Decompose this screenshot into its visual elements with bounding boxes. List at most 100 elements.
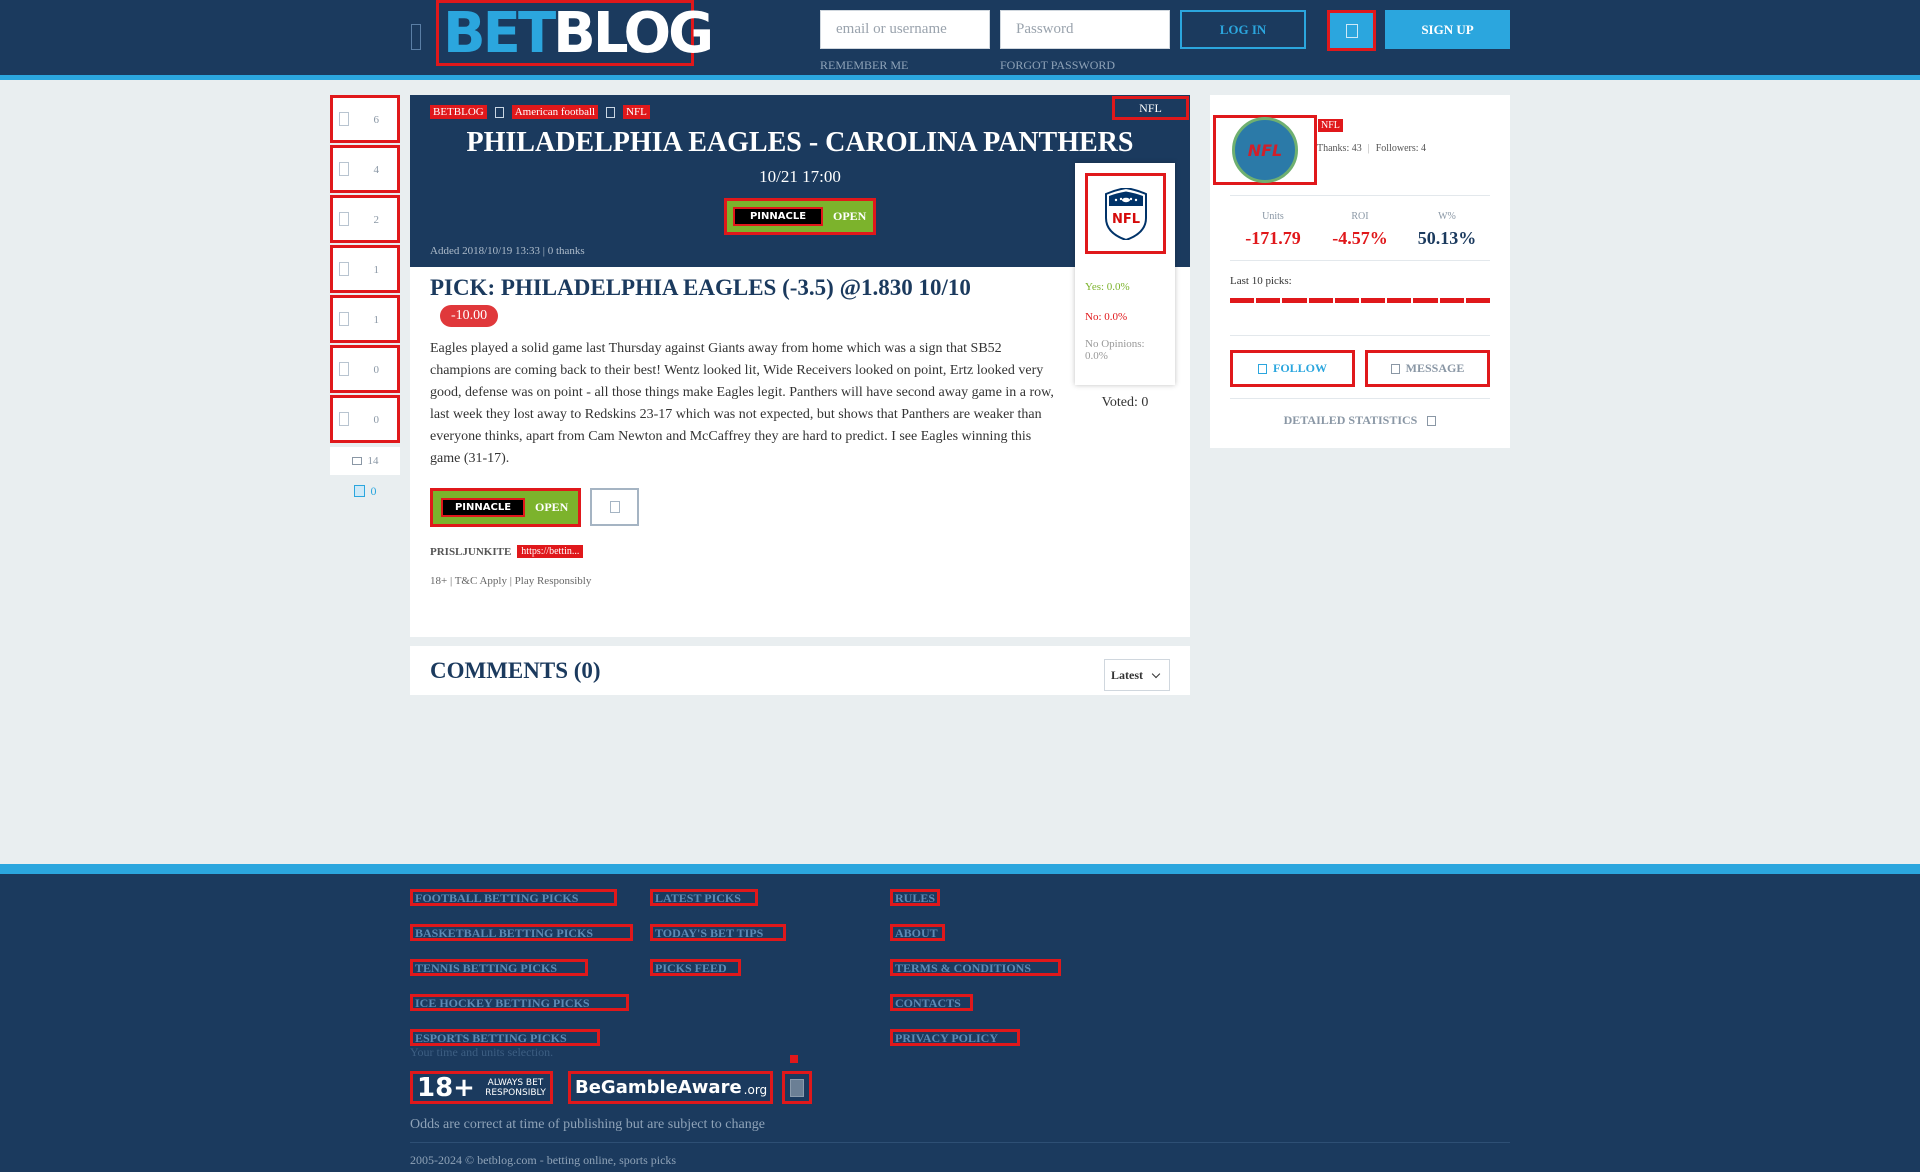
- logo-blog: BLOG: [553, 0, 714, 66]
- signup-button[interactable]: SIGN UP: [1385, 10, 1510, 49]
- rail-count: 6: [373, 114, 380, 126]
- tipster-profile: NFL NFL Thanks: 43 | Followers: 4 Units -1…: [1210, 95, 1510, 448]
- comments-title: COMMENTS (0): [430, 658, 601, 683]
- pick-result-segment: [1256, 298, 1281, 303]
- footer-link[interactable]: CONTACTS: [890, 994, 973, 1011]
- share-button[interactable]: [590, 488, 639, 526]
- disclaimer: 18+ | T&C Apply | Play Responsibly: [430, 575, 592, 587]
- vote-yes[interactable]: Yes: 0.0%: [1085, 281, 1130, 293]
- pick-result-segment: [1230, 298, 1255, 303]
- begambleaware-text: BeGambleAware: [575, 1077, 742, 1098]
- detailed-statistics-link[interactable]: DETAILED STATISTICS: [1210, 413, 1510, 428]
- avatar-image: NFL: [1232, 117, 1298, 183]
- bookmaker-button[interactable]: PINNACLE OPEN: [724, 198, 876, 235]
- rail-item[interactable]: 1: [330, 245, 400, 293]
- bet-responsibly-text: ALWAYS BET RESPONSIBLY: [485, 1077, 546, 1098]
- breadcrumb-item[interactable]: NFL: [623, 105, 650, 119]
- tipster-name[interactable]: NFL: [1318, 119, 1343, 132]
- stat-value: -4.57%: [1332, 228, 1388, 248]
- reaction-icon: [339, 112, 349, 126]
- footer-link[interactable]: TERMS & CONDITIONS: [890, 959, 1061, 976]
- footer-link[interactable]: TODAY'S BET TIPS: [650, 924, 786, 941]
- help-badge-icon: [790, 1078, 804, 1097]
- comments-sort-select[interactable]: Latest: [1104, 659, 1170, 691]
- vote-box: NFL Yes: 0.0% No: 0.0% No Opinions: 0.0%: [1075, 163, 1175, 385]
- stat-roi: ROI -4.57%: [1317, 211, 1403, 249]
- breadcrumb-separator-icon: [494, 106, 504, 118]
- league-tag[interactable]: NFL: [1112, 96, 1189, 120]
- rail-count: 0: [373, 414, 380, 426]
- share-icon: [609, 501, 620, 513]
- menu-icon[interactable]: [411, 24, 421, 50]
- password-input[interactable]: [1000, 10, 1170, 49]
- rail-item[interactable]: 2: [330, 195, 400, 243]
- stat-units: Units -171.79: [1230, 211, 1316, 249]
- stat-value: -171.79: [1245, 228, 1301, 248]
- chevron-down-icon: [1151, 669, 1161, 678]
- tipster-stats: Thanks: 43 | Followers: 4: [1317, 143, 1427, 154]
- followers-count: Followers: 4: [1375, 143, 1427, 154]
- follow-button[interactable]: FOLLOW: [1230, 350, 1355, 387]
- rail-item[interactable]: 0: [330, 395, 400, 443]
- footer-link[interactable]: TENNIS BETTING PICKS: [410, 959, 588, 976]
- footer-link[interactable]: BASKETBALL BETTING PICKS: [410, 924, 633, 941]
- voted-count: Voted: 0: [1101, 395, 1149, 410]
- divider: [1230, 195, 1490, 196]
- reaction-icon: [339, 412, 349, 426]
- rail-item[interactable]: 4: [330, 145, 400, 193]
- divider: [1230, 398, 1490, 399]
- rail-item[interactable]: 1: [330, 295, 400, 343]
- follow-icon: [1257, 363, 1267, 374]
- remember-me-link[interactable]: REMEMBER ME: [820, 58, 908, 73]
- facebook-login-button[interactable]: [1327, 10, 1376, 51]
- rail-comments[interactable]: 14: [330, 447, 400, 475]
- stat-win-percent: W% 50.13%: [1404, 211, 1490, 249]
- pick-result-segment: [1413, 298, 1438, 303]
- reaction-icon: [339, 162, 349, 176]
- pick-result-segment: [1439, 298, 1464, 303]
- prisl-row: PRISLJUNKITE https://bettin...: [430, 545, 584, 558]
- message-button[interactable]: MESSAGE: [1365, 350, 1490, 387]
- forgot-password-link[interactable]: FORGOT PASSWORD: [1000, 58, 1115, 73]
- footer-link[interactable]: ABOUT: [890, 924, 945, 941]
- vote-no-opinion[interactable]: No Opinions: 0.0%: [1085, 338, 1165, 362]
- comment-icon: [351, 457, 362, 465]
- thanks-count: Thanks: 43: [1317, 143, 1362, 154]
- site-logo[interactable]: BET BLOG: [436, 0, 714, 66]
- login-button[interactable]: LOG IN: [1180, 10, 1306, 49]
- bookmaker-open-label: OPEN: [833, 209, 867, 223]
- age-18-icon: 18+: [417, 1072, 475, 1103]
- footer-link[interactable]: LATEST PICKS: [650, 889, 758, 906]
- gambling-help-icon[interactable]: [782, 1071, 812, 1104]
- rail-item[interactable]: 6: [330, 95, 400, 143]
- username-input[interactable]: [820, 10, 990, 49]
- divider: [1230, 260, 1490, 261]
- pick-result-segment: [1361, 298, 1386, 303]
- breadcrumb-item[interactable]: BETBLOG: [430, 105, 487, 119]
- breadcrumb-item[interactable]: American football: [511, 105, 599, 119]
- rail-count: 1: [373, 314, 380, 326]
- rail-share[interactable]: 0: [330, 479, 400, 503]
- bookmaker-button-bottom[interactable]: PINNACLE OPEN: [430, 488, 581, 527]
- site-footer: FOOTBALL BETTING PICKS BASKETBALL BETTIN…: [0, 864, 1920, 1172]
- reaction-icon: [339, 212, 349, 226]
- rail-count: 2: [373, 214, 380, 226]
- rail-item[interactable]: 0: [330, 345, 400, 393]
- avatar[interactable]: NFL: [1213, 115, 1317, 185]
- footer-link[interactable]: ESPORTS BETTING PICKS: [410, 1029, 600, 1046]
- share-icon: [353, 485, 365, 497]
- prisl-link[interactable]: https://bettin...: [517, 545, 584, 558]
- footer-link[interactable]: PRIVACY POLICY: [890, 1029, 1020, 1046]
- pick-title: PICK: PHILADELPHIA EAGLES (-3.5) @1.830 …: [430, 275, 971, 300]
- stats-icon: [1427, 415, 1437, 426]
- footer-link[interactable]: RULES: [890, 889, 940, 906]
- vote-no[interactable]: No: 0.0%: [1085, 311, 1127, 323]
- begambleaware-logo[interactable]: BeGambleAware .org: [568, 1071, 773, 1104]
- rail-count: 4: [373, 164, 380, 176]
- footer-link[interactable]: FOOTBALL BETTING PICKS: [410, 889, 617, 906]
- share-count: 0: [370, 483, 377, 498]
- footer-link[interactable]: PICKS FEED: [650, 959, 741, 976]
- match-title: PHILADELPHIA EAGLES - CAROLINA PANTHERS: [466, 127, 1134, 158]
- bet-responsibly-badge[interactable]: 18+ ALWAYS BET RESPONSIBLY: [410, 1071, 553, 1104]
- footer-link[interactable]: ICE HOCKEY BETTING PICKS: [410, 994, 629, 1011]
